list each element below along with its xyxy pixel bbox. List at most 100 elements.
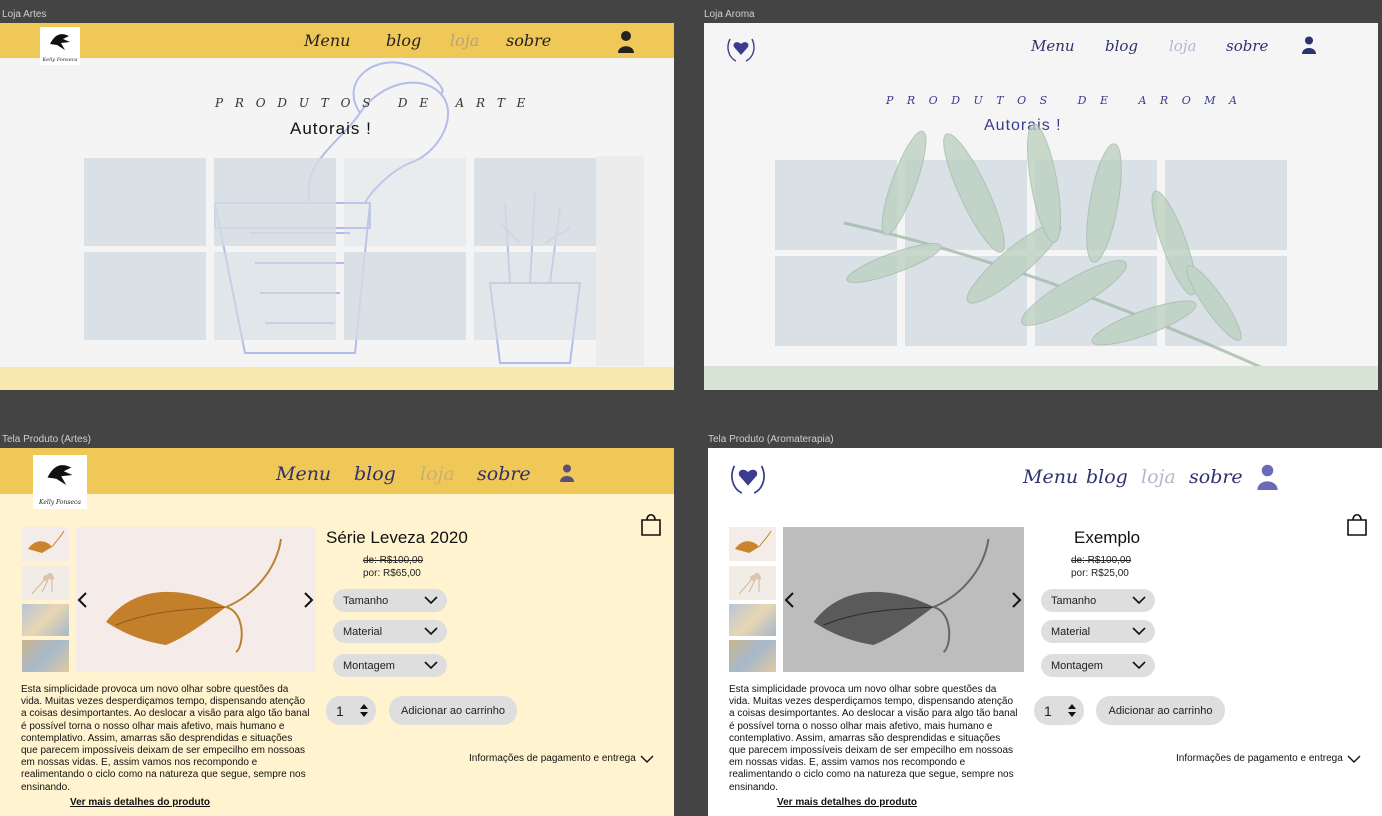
store-subheading: Autorais ! <box>290 119 372 138</box>
logo[interactable]: Kelly Fonseca <box>33 455 87 509</box>
dried-flower-thumb-icon <box>31 573 54 595</box>
product-slot[interactable] <box>84 158 206 246</box>
product-thumbnail[interactable] <box>22 604 69 636</box>
nav-loja[interactable]: loja <box>1141 466 1189 488</box>
old-price: de: R$100,00 <box>363 555 424 566</box>
chevron-right-icon[interactable] <box>303 591 315 609</box>
frame-label-artes-store: Loja Artes <box>2 9 47 20</box>
product-thumbnail[interactable] <box>22 640 69 672</box>
mount-select-label: Montagem <box>343 659 395 672</box>
quantity-stepper[interactable]: 1 <box>1034 696 1084 725</box>
frame-label-aroma-store: Loja Aroma <box>704 9 755 20</box>
chevron-down-icon <box>1132 627 1146 636</box>
dried-flower-thumb-icon <box>738 573 761 595</box>
nav-loja[interactable]: loja <box>1169 37 1226 55</box>
material-select-label: Material <box>343 625 383 638</box>
product-title: Exemplo <box>1074 528 1141 547</box>
bird-logo-icon <box>50 34 70 50</box>
bag-icon[interactable] <box>640 512 662 536</box>
user-icon[interactable] <box>560 464 574 482</box>
new-price: por: R$65,00 <box>363 568 421 579</box>
nav-menu[interactable]: Menu <box>276 463 354 485</box>
product-details-link[interactable]: Ver mais detalhes do produto <box>70 797 210 808</box>
nav-menu[interactable]: Menu <box>1031 37 1105 55</box>
user-icon[interactable] <box>1302 36 1316 54</box>
product-slot[interactable] <box>474 158 596 246</box>
mount-select[interactable]: Montagem <box>333 654 447 677</box>
user-icon[interactable] <box>1257 464 1278 490</box>
product-slot[interactable] <box>214 252 336 340</box>
size-select-label: Tamanho <box>343 594 389 607</box>
nav-sobre[interactable]: sobre <box>1226 37 1268 55</box>
add-to-cart-label: Adicionar ao carrinho <box>1108 704 1213 717</box>
footer-band <box>0 367 674 390</box>
store-heading: P R O D U T O S D E A R O M A <box>886 94 1242 107</box>
add-to-cart-button[interactable]: Adicionar ao carrinho <box>1096 696 1225 725</box>
product-title: Série Leveza 2020 <box>326 528 468 547</box>
logo[interactable]: Kelly Fonseca <box>40 27 80 65</box>
heart-wreath-logo-icon[interactable] <box>724 31 758 65</box>
size-select[interactable]: Tamanho <box>333 589 447 612</box>
nav-loja[interactable]: loja <box>420 463 477 485</box>
mount-select[interactable]: Montagem <box>1041 654 1155 677</box>
product-thumbnail[interactable] <box>729 566 776 600</box>
heart-wreath-logo-icon[interactable] <box>726 456 770 498</box>
spinner-arrows-icon[interactable] <box>1067 703 1077 718</box>
main-nav: Menu blog loja sobre <box>276 463 531 485</box>
logo-text: Kelly Fonseca <box>39 499 81 506</box>
nav-sobre[interactable]: sobre <box>1189 466 1243 488</box>
material-select[interactable]: Material <box>333 620 447 643</box>
product-slot[interactable] <box>214 158 336 246</box>
chevron-down-icon <box>1132 596 1146 605</box>
product-thumbnail[interactable] <box>729 604 776 636</box>
payment-info-toggle[interactable]: Informações de pagamento e entrega <box>469 753 654 764</box>
payment-info-label: Informações de pagamento e entrega <box>469 753 636 764</box>
leaf-branch-illustration <box>843 123 1275 375</box>
product-thumbnail[interactable] <box>729 640 776 672</box>
material-select[interactable]: Material <box>1041 620 1155 643</box>
quantity-stepper[interactable]: 1 <box>326 696 376 725</box>
quantity-value: 1 <box>1044 702 1052 719</box>
nav-menu[interactable]: Menu <box>1023 466 1086 488</box>
bag-icon[interactable] <box>1346 512 1368 536</box>
mount-select-label: Montagem <box>1051 659 1103 672</box>
chevron-down-icon <box>424 661 438 670</box>
product-description: Esta simplicidade provoca um novo olhar … <box>729 684 1018 793</box>
product-thumbnail[interactable] <box>729 527 776 561</box>
chevron-left-icon[interactable] <box>76 591 88 609</box>
frame-label-artes-product: Tela Produto (Artes) <box>2 434 91 445</box>
product-thumbnail[interactable] <box>22 566 69 600</box>
nav-blog[interactable]: blog <box>1105 37 1169 55</box>
nav-menu[interactable]: Menu <box>304 31 386 50</box>
frame-label-aroma-product: Tela Produto (Aromaterapia) <box>708 434 834 445</box>
nav-sobre[interactable]: sobre <box>477 463 531 485</box>
chevron-down-icon <box>1347 755 1361 763</box>
user-icon[interactable] <box>617 30 635 54</box>
nav-blog[interactable]: blog <box>354 463 420 485</box>
product-main-image <box>783 527 1024 672</box>
add-to-cart-button[interactable]: Adicionar ao carrinho <box>389 696 517 725</box>
chevron-down-icon <box>640 755 654 763</box>
chevron-right-icon[interactable] <box>1011 591 1023 609</box>
product-slot[interactable] <box>344 158 466 246</box>
product-thumbnail[interactable] <box>22 527 69 561</box>
dried-leaf-icon <box>106 538 282 653</box>
spinner-arrows-icon[interactable] <box>359 703 369 718</box>
nav-sobre[interactable]: sobre <box>506 31 551 50</box>
nav-blog[interactable]: blog <box>1086 466 1141 488</box>
nav-loja[interactable]: loja <box>450 31 506 50</box>
material-select-label: Material <box>1051 625 1091 638</box>
nav-blog[interactable]: blog <box>386 31 450 50</box>
payment-info-label: Informações de pagamento e entrega <box>1176 753 1343 764</box>
product-details-link[interactable]: Ver mais detalhes do produto <box>777 797 917 808</box>
bird-logo-icon <box>47 465 73 485</box>
aroma-store-frame: Menu blog loja sobre P R O D U T O S D E… <box>704 23 1378 390</box>
product-slot[interactable] <box>84 252 206 340</box>
product-slot[interactable] <box>344 252 466 340</box>
payment-info-toggle[interactable]: Informações de pagamento e entrega <box>1176 753 1361 764</box>
chevron-left-icon[interactable] <box>783 591 795 609</box>
old-price: de: R$100,00 <box>1071 555 1132 566</box>
product-slot[interactable] <box>474 252 596 340</box>
size-select[interactable]: Tamanho <box>1041 589 1155 612</box>
dried-leaf-icon <box>813 538 990 653</box>
